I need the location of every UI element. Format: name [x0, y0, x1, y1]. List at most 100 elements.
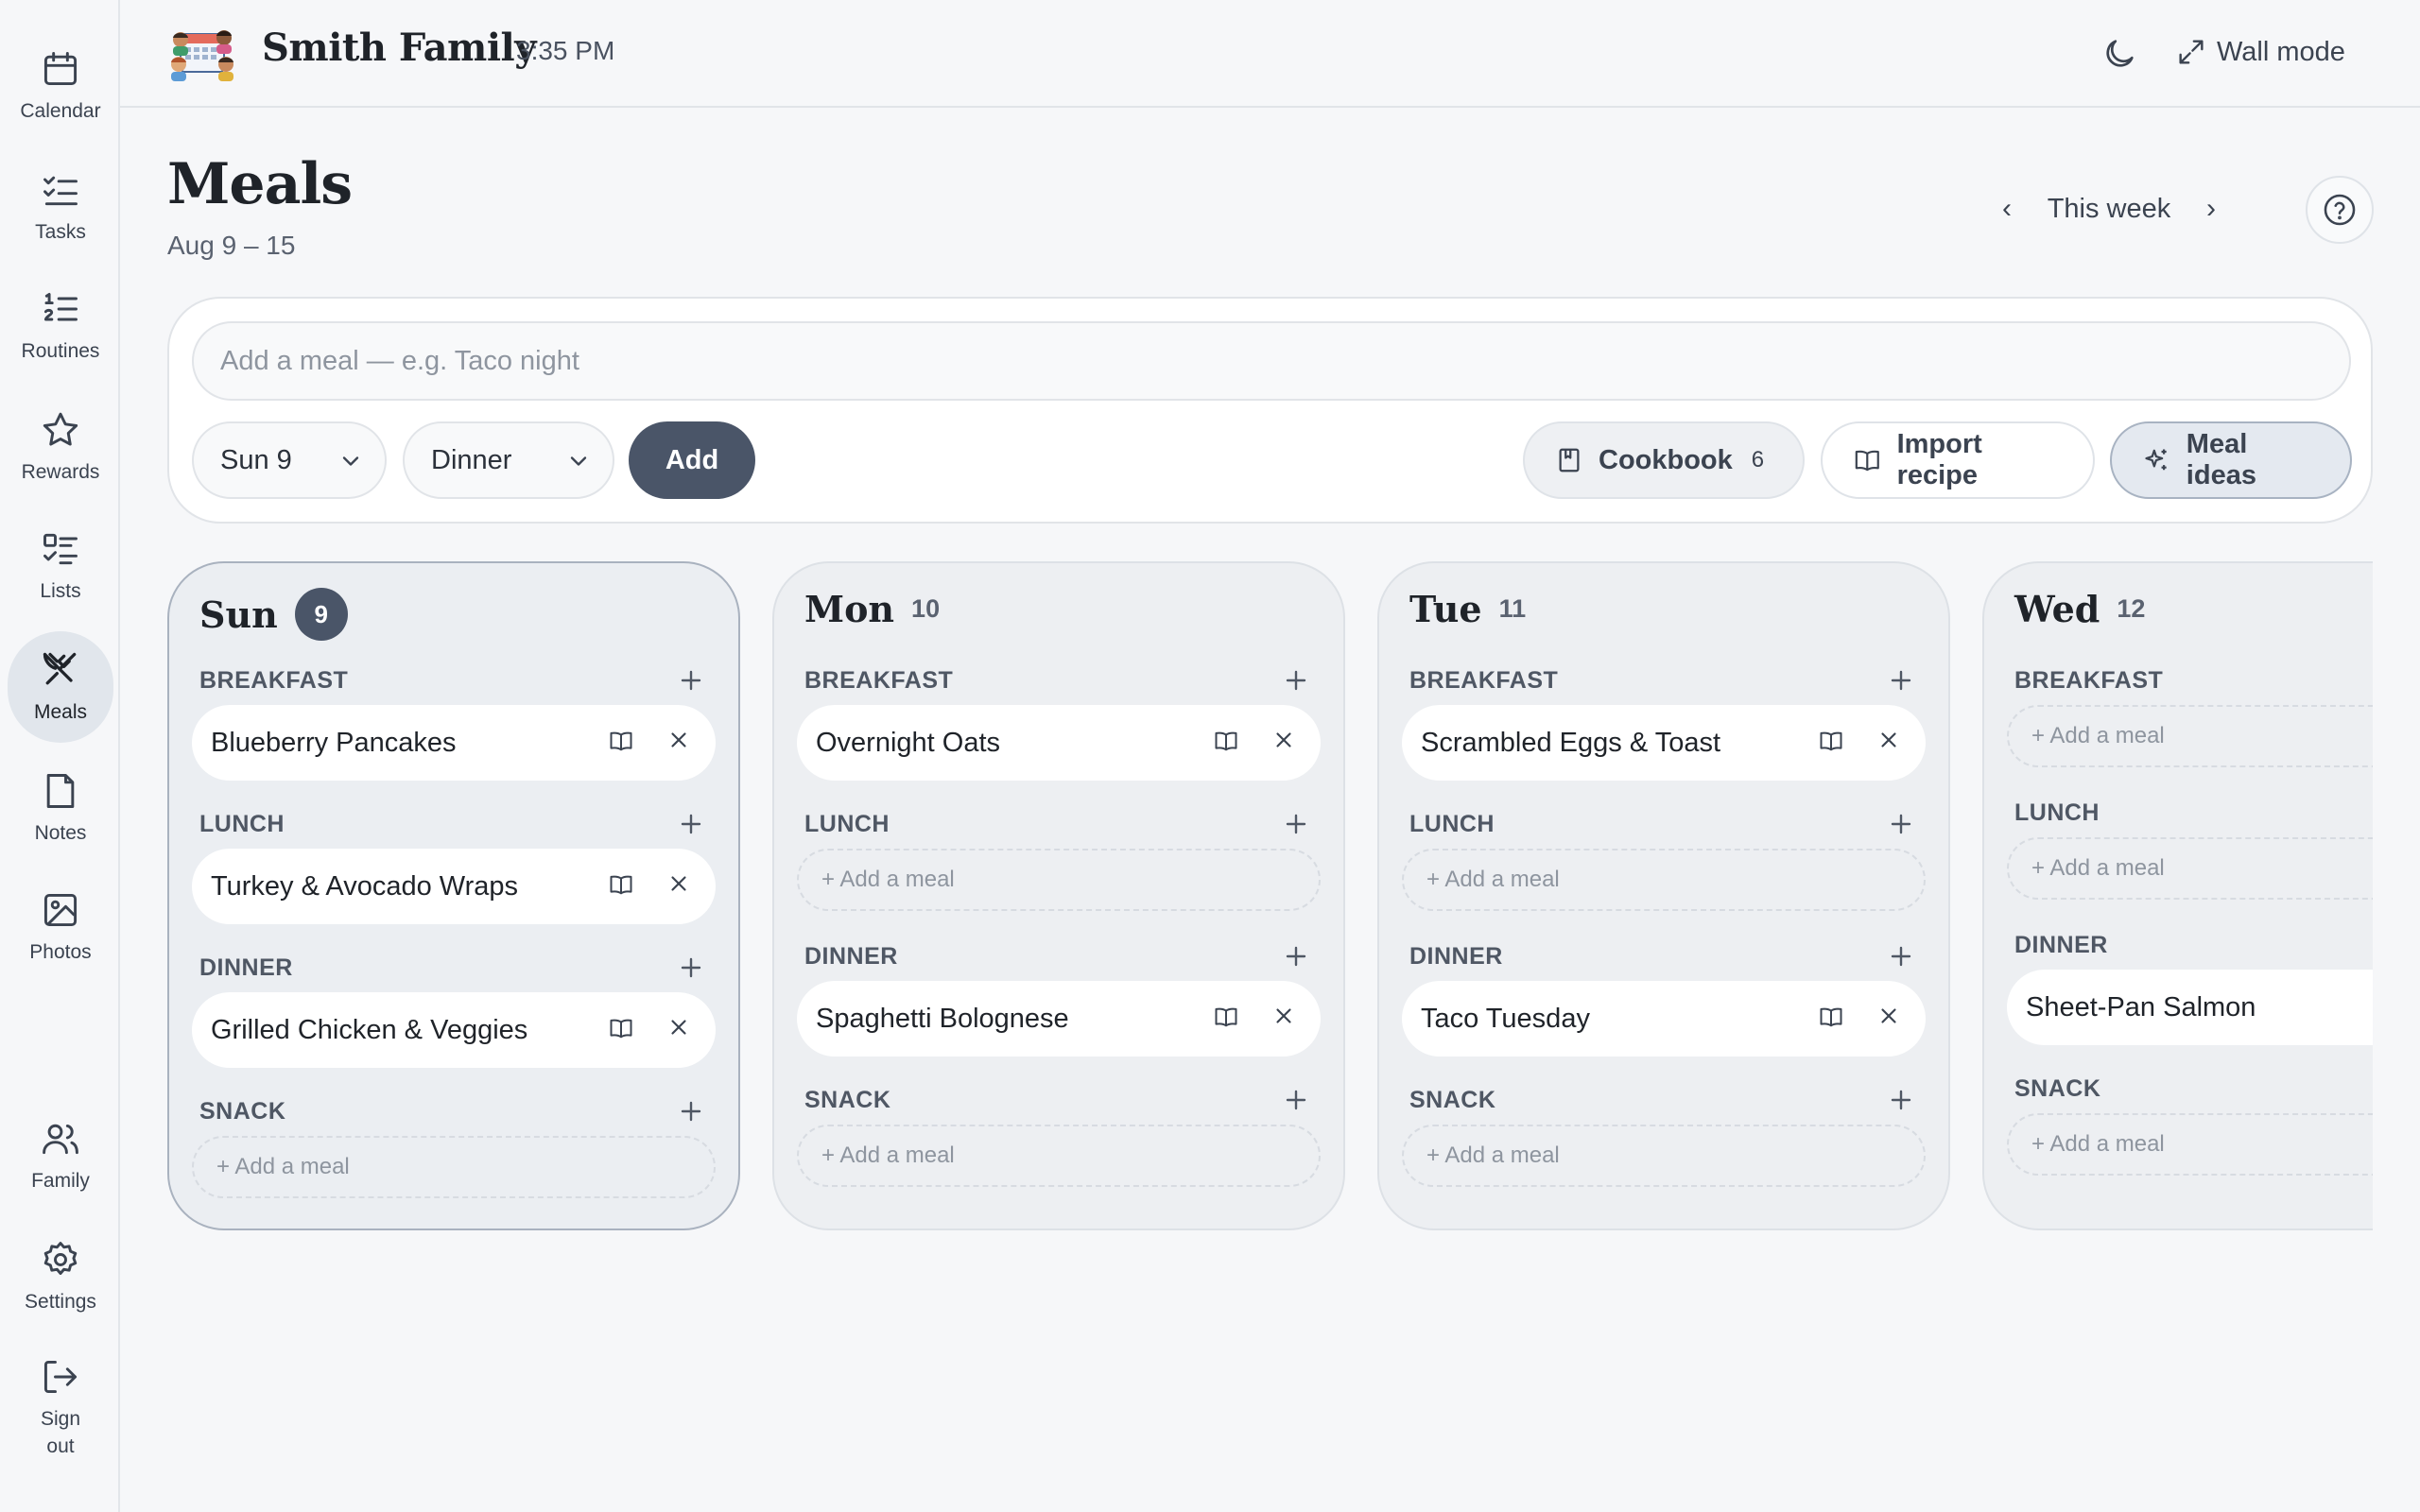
sidebar-item-settings[interactable]: Settings — [8, 1221, 113, 1332]
plus-icon — [1891, 814, 1911, 834]
sidebar-item-tasks[interactable]: Tasks — [8, 151, 113, 263]
sidebar-item-label: Family — [31, 1169, 90, 1192]
day-select[interactable]: Sun 9 — [192, 421, 387, 499]
this-week-button[interactable]: This week — [2031, 194, 2187, 225]
add-meal-slot[interactable]: + Add a meal — [1402, 849, 1926, 911]
meal-name: Scrambled Eggs & Toast — [1421, 727, 1721, 758]
meal-slot-label: BREAKFAST — [1409, 667, 1559, 694]
add-meal-slot[interactable]: + Add a meal — [2007, 705, 2373, 767]
add-to-slot-button[interactable] — [1279, 807, 1313, 841]
add-meal-button[interactable]: Add — [629, 421, 755, 499]
meal-slot-label: BREAKFAST — [199, 667, 349, 694]
note-icon — [46, 773, 75, 808]
recipe-book-icon[interactable] — [1818, 1004, 1848, 1034]
add-to-slot-button[interactable] — [1884, 1083, 1918, 1117]
add-to-slot-button[interactable] — [1884, 807, 1918, 841]
plus-icon — [681, 957, 701, 978]
meal-ideas-button[interactable]: Meal ideas — [2110, 421, 2352, 499]
recipe-book-icon[interactable] — [608, 871, 638, 902]
sidebar-item-notes[interactable]: Notes — [8, 752, 113, 864]
slot-select[interactable]: Dinner — [403, 421, 614, 499]
meal-ideas-label: Meal ideas — [2186, 429, 2256, 490]
remove-meal-icon[interactable] — [1271, 728, 1302, 758]
chevron-down-icon — [342, 456, 359, 466]
add-to-slot-button[interactable] — [674, 807, 708, 841]
meal-card[interactable]: Taco Tuesday — [1402, 981, 1926, 1057]
remove-meal-icon[interactable] — [666, 871, 697, 902]
remove-meal-icon[interactable] — [666, 1015, 697, 1045]
sidebar-item-family[interactable]: Family — [8, 1100, 113, 1211]
next-week-button[interactable]: › — [2187, 193, 2235, 225]
day-header: Tue 11 — [1409, 588, 1526, 630]
add-to-slot-button[interactable] — [1279, 663, 1313, 697]
meal-card[interactable]: Overnight Oats — [797, 705, 1321, 781]
add-meal-slot[interactable]: + Add a meal — [797, 849, 1321, 911]
add-meal-slot[interactable]: + Add a meal — [1402, 1125, 1926, 1187]
add-to-slot-button[interactable] — [1279, 1083, 1313, 1117]
meal-card[interactable]: Turkey & Avocado Wraps — [192, 849, 716, 924]
meal-slot-label: BREAKFAST — [2014, 667, 2164, 694]
cookbook-label: Cookbook — [1599, 444, 1733, 475]
day-number: 12 — [2117, 594, 2146, 623]
plus-icon — [1286, 1090, 1306, 1110]
remove-meal-icon[interactable] — [1876, 728, 1907, 758]
sidebar-item-calendar[interactable]: Calendar — [8, 30, 113, 142]
day-column-tue: Tue 11 BREAKFAST Scrambled Eggs & Toast LUNC… — [1377, 561, 1950, 1230]
recipe-book-icon[interactable] — [1818, 728, 1848, 758]
import-recipe-button[interactable]: Import recipe — [1821, 421, 2095, 499]
add-meal-slot[interactable]: + Add a meal — [797, 1125, 1321, 1187]
recipe-book-icon[interactable] — [1213, 1004, 1243, 1034]
meal-name: Grilled Chicken & Veggies — [211, 1014, 528, 1045]
recipe-book-icon[interactable] — [608, 1015, 638, 1045]
sidebar-item-label: Routines — [21, 339, 100, 362]
recipe-book-icon[interactable] — [1213, 728, 1243, 758]
add-to-slot-button[interactable] — [1279, 939, 1313, 973]
add-meal-slot[interactable]: + Add a meal — [192, 1136, 716, 1198]
day-select-value: Sun 9 — [220, 444, 292, 475]
sidebar-item-photos[interactable]: Photos — [8, 871, 113, 983]
remove-meal-icon[interactable] — [666, 728, 697, 758]
plus-icon — [1891, 946, 1911, 967]
day-header: Wed 12 — [2014, 588, 2145, 630]
meal-card[interactable]: Spaghetti Bolognese — [797, 981, 1321, 1057]
dark-mode-toggle[interactable] — [2096, 30, 2143, 77]
sidebar-item-label: Photos — [29, 940, 92, 963]
utensils-icon — [43, 652, 77, 684]
add-to-slot-button[interactable] — [674, 1094, 708, 1128]
meal-card[interactable]: Scrambled Eggs & Toast — [1402, 705, 1926, 781]
sidebar: Calendar Tasks Routines Rewards Lists Me… — [0, 0, 120, 1512]
plus-icon — [681, 670, 701, 691]
sidebar-item-meals[interactable]: Meals — [8, 631, 113, 743]
add-to-slot-button[interactable] — [1884, 663, 1918, 697]
add-to-slot-button[interactable] — [674, 663, 708, 697]
remove-meal-icon[interactable] — [1271, 1004, 1302, 1034]
recipe-book-icon[interactable] — [608, 728, 638, 758]
add-to-slot-button[interactable] — [1884, 939, 1918, 973]
wall-mode-button[interactable]: Wall mode — [2175, 28, 2345, 76]
help-button[interactable] — [2306, 176, 2374, 244]
sidebar-item-label: Meals — [33, 700, 88, 723]
family-logo — [171, 30, 233, 81]
meal-card[interactable]: Blueberry Pancakes — [192, 705, 716, 781]
add-to-slot-button[interactable] — [674, 951, 708, 985]
add-meal-slot[interactable]: + Add a meal — [2007, 837, 2373, 900]
date-range: Aug 9 – 15 — [167, 231, 296, 260]
clock: 3:35 PM — [516, 36, 615, 65]
meal-card[interactable]: Sheet-Pan Salmon — [2007, 970, 2373, 1045]
day-number: 10 — [911, 594, 941, 623]
sidebar-item-lists[interactable]: Lists — [8, 510, 113, 622]
meal-slot-label: DINNER — [199, 954, 293, 981]
prev-week-button[interactable]: ‹ — [1983, 193, 2031, 225]
cookbook-button[interactable]: Cookbook 6 — [1523, 421, 1805, 499]
sidebar-item-rewards[interactable]: Rewards — [8, 391, 113, 503]
sidebar-item-routines[interactable]: Routines — [8, 270, 113, 382]
cookbook-count-badge: 6 — [1751, 447, 1765, 472]
add-meal-slot[interactable]: + Add a meal — [2007, 1113, 2373, 1176]
users-icon — [43, 1124, 78, 1154]
meal-name-input[interactable] — [192, 321, 2351, 401]
sidebar-item-sign-out[interactable]: Sign out — [8, 1342, 113, 1474]
meal-card[interactable]: Grilled Chicken & Veggies — [192, 992, 716, 1068]
image-icon — [43, 893, 78, 926]
plus-icon — [1891, 1090, 1911, 1110]
remove-meal-icon[interactable] — [1876, 1004, 1907, 1034]
